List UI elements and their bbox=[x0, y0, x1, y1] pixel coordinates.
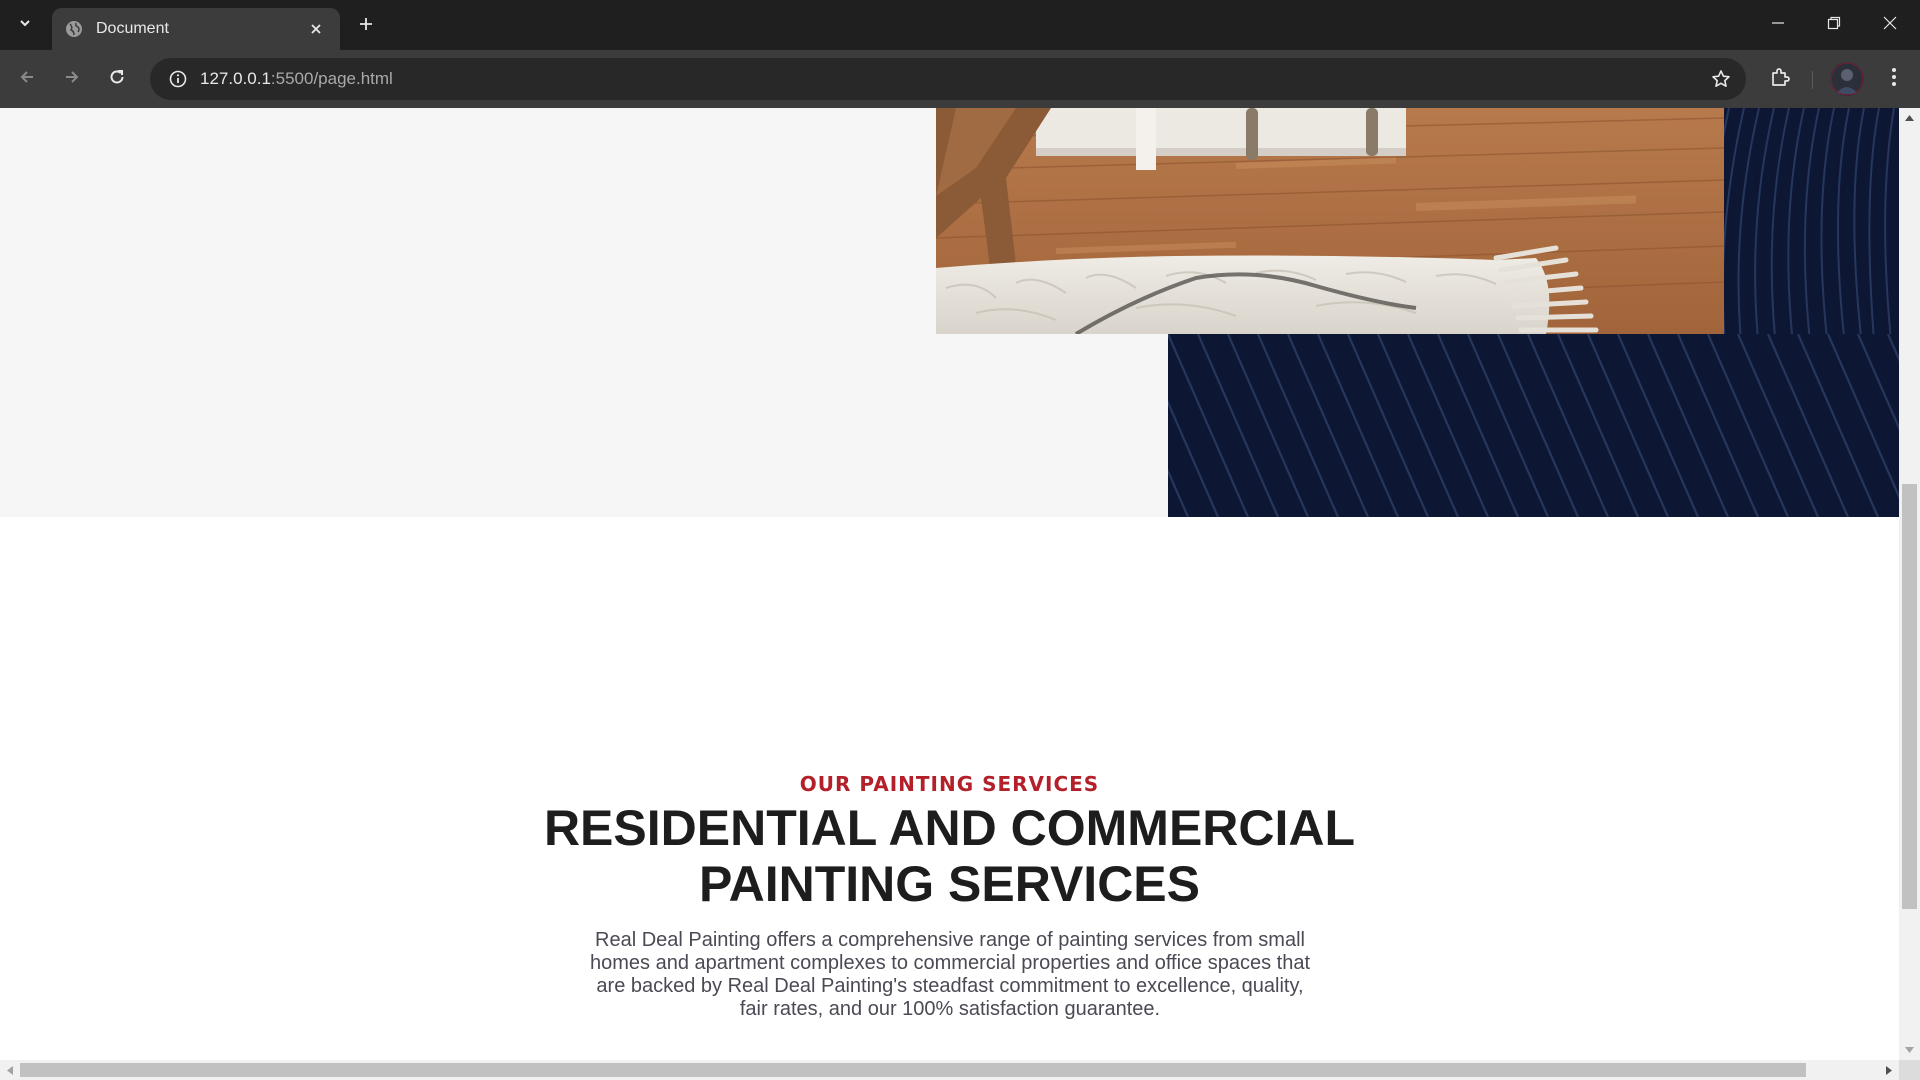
url-host: 127.0.0.1 bbox=[200, 69, 271, 88]
section-heading-line-1: RESIDENTIAL AND COMMERCIAL bbox=[543, 800, 1356, 856]
menu-button[interactable] bbox=[1876, 61, 1912, 97]
tab-strip: Document bbox=[0, 0, 1920, 50]
scroll-up-arrow-icon[interactable] bbox=[1899, 108, 1920, 128]
section-eyebrow: OUR PAINTING SERVICES bbox=[799, 772, 1100, 796]
back-button[interactable] bbox=[9, 61, 45, 97]
page-viewport: OUR PAINTING SERVICES RESIDENTIAL AND CO… bbox=[0, 108, 1899, 1060]
info-icon[interactable] bbox=[158, 58, 198, 100]
url-text[interactable]: 127.0.0.1:5500/page.html bbox=[200, 69, 393, 89]
restore-icon bbox=[1827, 16, 1841, 35]
horizontal-scrollbar[interactable] bbox=[0, 1060, 1899, 1080]
tab-search-button[interactable] bbox=[8, 12, 42, 38]
decorative-stripe-pattern bbox=[1168, 334, 1899, 517]
arrow-right-icon bbox=[63, 68, 81, 91]
vertical-scrollbar[interactable] bbox=[1899, 108, 1920, 1060]
vertical-scroll-thumb[interactable] bbox=[1902, 483, 1917, 909]
address-bar[interactable]: 127.0.0.1:5500/page.html bbox=[150, 58, 1746, 100]
horizontal-scroll-thumb[interactable] bbox=[20, 1063, 1806, 1077]
restore-button[interactable] bbox=[1806, 0, 1862, 50]
browser-tab[interactable]: Document bbox=[52, 8, 340, 50]
chevron-down-icon bbox=[18, 16, 32, 35]
section-heading-line-2: PAINTING SERVICES bbox=[698, 856, 1201, 912]
close-window-button[interactable] bbox=[1862, 0, 1918, 50]
section-heading: RESIDENTIAL AND COMMERCIAL PAINTING SERV… bbox=[0, 800, 1899, 912]
kebab-icon bbox=[1891, 67, 1897, 92]
close-icon bbox=[1883, 16, 1897, 35]
services-section: OUR PAINTING SERVICES RESIDENTIAL AND CO… bbox=[0, 517, 1899, 1060]
globe-icon bbox=[64, 19, 84, 39]
close-icon[interactable] bbox=[304, 17, 328, 41]
scroll-right-arrow-icon[interactable] bbox=[1879, 1060, 1899, 1080]
avatar[interactable] bbox=[1830, 62, 1864, 96]
tab-title: Document bbox=[96, 20, 169, 37]
reload-button[interactable] bbox=[99, 61, 135, 97]
minimize-button[interactable] bbox=[1750, 0, 1806, 50]
plus-icon bbox=[358, 16, 374, 37]
scrollbar-corner bbox=[1899, 1060, 1920, 1080]
extensions-button[interactable] bbox=[1762, 61, 1798, 97]
reload-icon bbox=[108, 68, 126, 91]
star-icon[interactable] bbox=[1708, 66, 1734, 92]
forward-button[interactable] bbox=[54, 61, 90, 97]
browser-toolbar: 127.0.0.1:5500/page.html bbox=[0, 50, 1920, 108]
url-path: :5500/page.html bbox=[270, 69, 393, 88]
toolbar-divider bbox=[1812, 71, 1813, 89]
scroll-down-arrow-icon[interactable] bbox=[1899, 1040, 1920, 1060]
minimize-icon bbox=[1771, 16, 1785, 35]
new-tab-button[interactable] bbox=[352, 12, 380, 40]
interior-photo bbox=[936, 108, 1724, 334]
scroll-left-arrow-icon[interactable] bbox=[0, 1060, 20, 1080]
section-description: Real Deal Painting offers a comprehensiv… bbox=[590, 929, 1310, 1020]
puzzle-icon bbox=[1769, 66, 1791, 93]
arrow-left-icon bbox=[18, 68, 36, 91]
